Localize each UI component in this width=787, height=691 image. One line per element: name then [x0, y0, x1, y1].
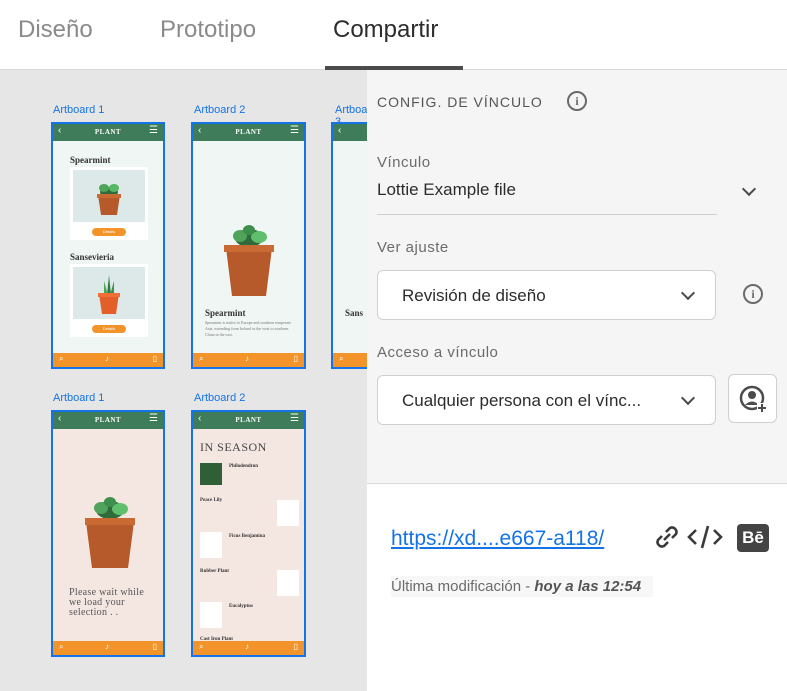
list-item: Philodendron [229, 464, 259, 469]
artboard-title: PLANT [235, 416, 262, 424]
back-icon: ‹ [338, 125, 342, 136]
chevron-down-icon [680, 285, 696, 301]
search-icon: ⌕ [199, 354, 204, 363]
sansevieria-pot-icon [98, 275, 120, 314]
potted-plant-icon [85, 497, 135, 568]
artboard-header: ‹ PLANT ☰ [53, 124, 163, 141]
bookmark-icon: ▯ [152, 642, 157, 651]
chevron-down-icon[interactable] [741, 181, 757, 197]
artboard-footer: ⌕ [333, 353, 367, 367]
mic-icon: ♪ [245, 354, 249, 363]
artboard-title: PLANT [94, 416, 122, 424]
plant-thumbnail [200, 532, 222, 558]
link-access-dropdown[interactable]: Cualquier persona con el vínc... [377, 375, 716, 425]
chevron-down-icon [680, 390, 696, 406]
artboard-1[interactable]: ‹ PLANT ☰ Spearmint Details Sansevieria [51, 122, 165, 369]
plant-card: Details [70, 167, 148, 240]
info-icon[interactable]: i [743, 284, 763, 304]
plant-thumbnail [277, 570, 299, 596]
view-setting-dropdown[interactable]: Revisión de diseño [377, 270, 716, 320]
list-item: Rubber Plant [200, 569, 229, 574]
bookmark-icon: ▯ [293, 354, 298, 363]
artboard-label[interactable]: Artboard 2 [194, 104, 245, 116]
plant-thumbnail [200, 463, 222, 485]
link-underline [377, 214, 717, 215]
link-access-value: Cualquier persona con el vínc... [402, 391, 642, 410]
artboard-header: ‹ [333, 124, 367, 141]
list-item: Peace Lily [200, 498, 223, 503]
section-title: CONFIG. DE VÍNCULO [377, 94, 543, 110]
search-icon: ⌕ [59, 354, 64, 363]
menu-icon: ☰ [290, 413, 299, 424]
artboard-header: ‹ PLANT ☰ [193, 412, 304, 429]
artboard-label[interactable]: Artboard 1 [53, 104, 104, 116]
mic-icon: ♪ [245, 642, 249, 651]
plant-heading: Spearmint [205, 308, 246, 318]
info-icon[interactable]: i [567, 91, 587, 111]
artboard-3[interactable]: ‹ Sans ⌕ [331, 122, 367, 369]
bookmark-icon: ▯ [293, 642, 298, 651]
embed-code-icon[interactable] [687, 522, 723, 552]
share-link-section: https://xd....e667-a118/ Bē Última modif… [367, 483, 787, 691]
plant-heading: Sansevieria [70, 252, 114, 262]
tab-diseno[interactable]: Diseño [18, 16, 93, 44]
artboard-loading[interactable]: ‹ PLANT ☰ Please wait while we load your… [51, 410, 165, 657]
artboard-footer: ⌕ ♪ ▯ [193, 641, 304, 655]
add-user-icon [739, 385, 767, 413]
artboard-header: ‹ PLANT ☰ [53, 412, 163, 429]
artboard-2[interactable]: ‹ PLANT ☰ Spearmint Spearmint is native … [191, 122, 306, 369]
tab-compartir[interactable]: Compartir [333, 16, 438, 44]
mic-icon: ♪ [105, 642, 109, 651]
plant-description: Spearmint is native to Europe and southe… [205, 320, 291, 337]
plant-thumbnail [277, 500, 299, 526]
plant-image [73, 170, 145, 222]
tab-prototipo[interactable]: Prototipo [160, 16, 256, 44]
last-modified-prefix: Última modificación - [391, 578, 535, 595]
search-icon: ⌕ [339, 354, 344, 363]
artboard-title: PLANT [235, 128, 262, 136]
list-item: Ficus Benjamina [229, 534, 265, 539]
artboard-label[interactable]: Artboard 1 [53, 392, 104, 404]
view-setting-label: Ver ajuste [377, 239, 449, 256]
menu-icon: ☰ [290, 125, 299, 136]
plant-card: Details [70, 264, 148, 337]
search-icon: ⌕ [199, 642, 204, 651]
artboard-title: PLANT [94, 128, 122, 136]
menu-icon: ☰ [149, 125, 158, 136]
artboard-header: ‹ PLANT ☰ [193, 124, 304, 141]
last-modified: Última modificación - hoy a las 12:54 [391, 576, 654, 597]
artboard-footer: ⌕ ♪ ▯ [193, 353, 304, 367]
plant-heading: Spearmint [70, 155, 111, 165]
details-button[interactable]: Details [92, 325, 126, 333]
artboard-in-season[interactable]: ‹ PLANT ☰ IN SEASON Philodendron Peace L… [191, 410, 306, 657]
link-label: Vínculo [377, 154, 431, 171]
tab-bar: Diseño Prototipo Compartir [0, 0, 787, 70]
loading-message: Please wait while we load your selection… [69, 587, 145, 618]
in-season-heading: IN SEASON [200, 440, 267, 454]
plant-image [73, 267, 145, 319]
potted-plant-icon [224, 225, 274, 296]
list-item: Eucalyptus [229, 604, 253, 609]
design-canvas[interactable]: Artboard 1 ‹ PLANT ☰ Spearmint Details S… [0, 70, 367, 691]
link-settings-panel: CONFIG. DE VÍNCULO i Vínculo Lottie Exam… [367, 70, 787, 483]
share-url-link[interactable]: https://xd....e667-a118/ [391, 527, 604, 551]
artboard-label[interactable]: Artboard 2 [194, 392, 245, 404]
menu-icon: ☰ [149, 413, 158, 424]
mic-icon: ♪ [105, 354, 109, 363]
last-modified-time: hoy a las 12:54 [534, 578, 642, 595]
artboard-footer: ⌕ ♪ ▯ [53, 641, 163, 655]
bookmark-icon: ▯ [152, 354, 157, 363]
spearmint-pot-icon [97, 184, 121, 215]
invite-people-button[interactable] [728, 374, 777, 423]
link-name-value[interactable]: Lottie Example file [377, 180, 516, 200]
view-setting-value: Revisión de diseño [402, 286, 546, 305]
search-icon: ⌕ [59, 642, 64, 651]
plant-heading: Sans [345, 308, 364, 318]
details-button[interactable]: Details [92, 228, 126, 236]
link-access-label: Acceso a vínculo [377, 344, 499, 361]
behance-icon[interactable]: Bē [737, 524, 769, 552]
artboard-footer: ⌕ ♪ ▯ [53, 353, 163, 367]
plant-thumbnail [200, 602, 222, 628]
copy-link-icon[interactable] [652, 522, 682, 552]
